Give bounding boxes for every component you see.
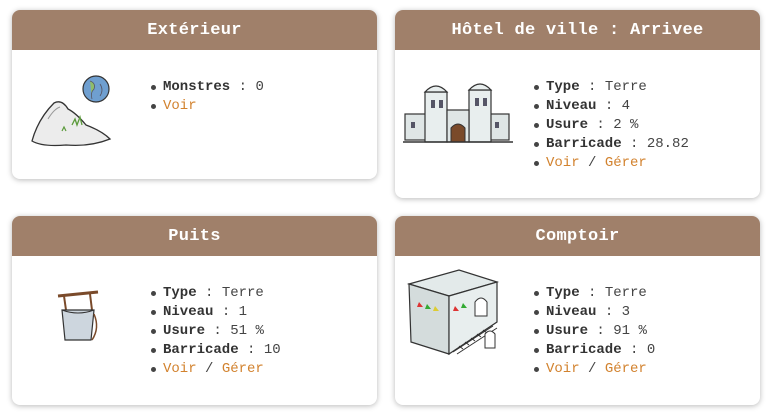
stat-usure: Usure : 91 % <box>533 322 655 341</box>
stat-monstres: Monstres : 0 <box>150 78 264 97</box>
card-exterieur: Extérieur Monstres : 0 Voir <box>12 10 377 179</box>
stat-niveau: Niveau : 3 <box>533 303 655 322</box>
links-row: Voir / Gérer <box>150 360 281 379</box>
stat-usure: Usure : 51 % <box>150 322 281 341</box>
stat-type: Type : Terre <box>533 284 655 303</box>
gerer-link[interactable]: Gérer <box>222 361 264 377</box>
card-title: Extérieur <box>12 10 377 50</box>
exterior-rock-globe-icon <box>31 75 112 147</box>
card-title: Hôtel de ville : Arrivee <box>395 10 760 50</box>
voir-link[interactable]: Voir <box>163 361 197 377</box>
stat-type: Type : Terre <box>150 284 281 303</box>
stat-barricade: Barricade : 0 <box>533 341 655 360</box>
link-separator: / <box>205 361 214 377</box>
stat-barricade: Barricade : 10 <box>150 341 281 360</box>
links-row: Voir <box>150 97 264 116</box>
stats-list: Monstres : 0 Voir <box>150 78 264 116</box>
well-bucket-icon <box>57 290 99 341</box>
card-puits: Puits Type : Terre Niveau : 1 Usure : 51… <box>12 216 377 405</box>
stat-usure: Usure : 2 % <box>533 116 689 135</box>
voir-link[interactable]: Voir <box>546 155 580 171</box>
stat-niveau: Niveau : 1 <box>150 303 281 322</box>
voir-link[interactable]: Voir <box>546 361 580 377</box>
card-hotel-de-ville: Hôtel de ville : Arrivee Type : Terre Ni… <box>395 10 760 198</box>
stat-niveau: Niveau : 4 <box>533 97 689 116</box>
stats-list: Type : Terre Niveau : 3 Usure : 91 % Bar… <box>533 284 655 379</box>
links-row: Voir / Gérer <box>533 154 689 173</box>
card-title: Puits <box>12 216 377 256</box>
stats-list: Type : Terre Niveau : 1 Usure : 51 % Bar… <box>150 284 281 379</box>
stat-barricade: Barricade : 28.82 <box>533 135 689 154</box>
trading-post-building-icon <box>406 269 500 356</box>
voir-link[interactable]: Voir <box>163 98 197 114</box>
stats-list: Type : Terre Niveau : 4 Usure : 2 % Barr… <box>533 78 689 173</box>
link-separator: / <box>588 155 597 171</box>
link-separator: / <box>588 361 597 377</box>
links-row: Voir / Gérer <box>533 360 655 379</box>
town-hall-building-icon <box>403 83 513 143</box>
stat-type: Type : Terre <box>533 78 689 97</box>
gerer-link[interactable]: Gérer <box>605 155 647 171</box>
card-title: Comptoir <box>395 216 760 256</box>
card-comptoir: Comptoir Type : Terre Niveau : 3 Usure :… <box>395 216 760 405</box>
gerer-link[interactable]: Gérer <box>605 361 647 377</box>
